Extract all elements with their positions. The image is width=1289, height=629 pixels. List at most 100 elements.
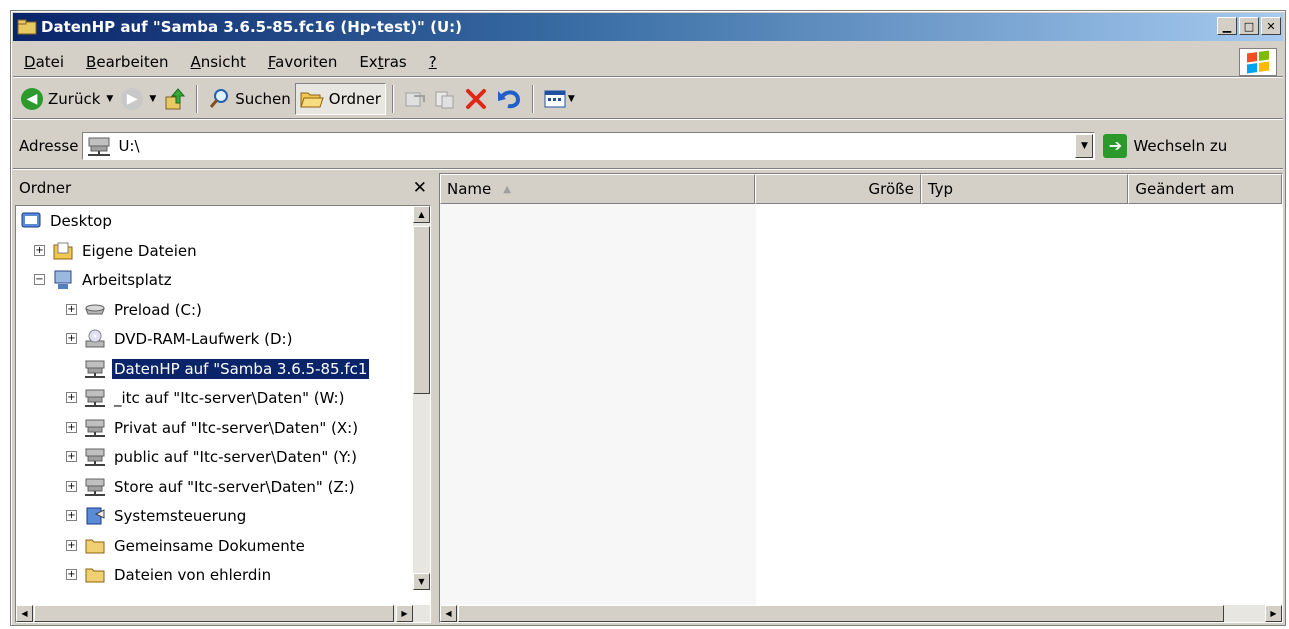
address-value: U:\ <box>118 136 140 155</box>
column-header-type[interactable]: Typ <box>920 174 1129 204</box>
column-label: Name <box>447 180 492 198</box>
scroll-left-icon[interactable]: ◀ <box>16 605 33 622</box>
forward-icon: ▶ <box>121 87 144 110</box>
undo-button[interactable] <box>492 83 526 115</box>
tree-item[interactable]: + Dateien von ehlerdin <box>66 561 273 589</box>
views-button[interactable]: ▼ <box>540 83 579 115</box>
menu-label: Bearbeiten <box>86 52 169 71</box>
file-list-body[interactable] <box>440 204 1282 605</box>
tree-item[interactable]: + Systemsteuerung <box>66 502 248 530</box>
move-to-button[interactable] <box>400 83 430 115</box>
scrollbar-thumb[interactable] <box>413 226 430 394</box>
maximize-icon[interactable]: □ <box>1239 17 1259 35</box>
expand-icon[interactable]: + <box>66 303 77 315</box>
back-button[interactable]: ◀ Zurück ▼ <box>17 83 117 115</box>
go-label: Wechseln zu <box>1133 136 1228 155</box>
expand-icon[interactable]: + <box>66 421 77 433</box>
tree-item-label: Store auf "Itc-server\Daten" (Z:) <box>114 477 355 496</box>
tree-item[interactable]: Desktop <box>20 207 114 235</box>
scroll-right-icon[interactable]: ▶ <box>396 605 413 622</box>
desktop-icon <box>20 211 42 231</box>
scroll-left-icon[interactable]: ◀ <box>440 605 457 622</box>
copy-to-button[interactable] <box>430 83 460 115</box>
column-header-name[interactable]: Name ▲ <box>440 174 756 204</box>
scrollbar-thumb[interactable] <box>34 605 394 622</box>
menu-extras[interactable]: Extras <box>348 53 417 71</box>
scroll-up-icon[interactable]: ▲ <box>413 206 430 223</box>
folder-icon <box>84 536 106 556</box>
menu-label: Extras <box>359 52 407 71</box>
window-icon <box>17 18 37 36</box>
folder-icon <box>84 565 106 585</box>
chevron-down-icon[interactable]: ▼ <box>106 94 113 104</box>
chevron-down-icon[interactable]: ▼ <box>568 94 575 104</box>
expand-icon[interactable]: + <box>66 451 77 462</box>
address-label: Adresse <box>19 136 79 155</box>
expand-icon[interactable]: + <box>66 539 77 551</box>
menu-label: Ansicht <box>190 52 246 71</box>
tree-item-label: Gemeinsame Dokumente <box>114 536 305 555</box>
tree-item[interactable]: + Store auf "Itc-server\Daten" (Z:) <box>66 473 357 501</box>
search-label: Suchen <box>235 89 291 108</box>
menu-ansicht[interactable]: Ansicht <box>179 53 256 71</box>
close-icon[interactable]: ✕ <box>1261 17 1281 35</box>
expand-icon[interactable]: + <box>66 510 77 521</box>
go-button[interactable]: ➔ Wechseln zu <box>1103 133 1228 158</box>
tree-item[interactable]: DatenHP auf "Samba 3.6.5-85.fc1 <box>84 355 370 383</box>
tree-item[interactable]: + _itc auf "Itc-server\Daten" (W:) <box>66 384 346 412</box>
up-icon <box>165 87 186 109</box>
horizontal-scrollbar[interactable]: ◀ ▶ <box>16 605 430 622</box>
menu-favoriten[interactable]: Favoriten <box>257 53 348 71</box>
network-drive-icon <box>88 137 111 156</box>
search-button[interactable]: Suchen <box>204 83 295 115</box>
tree-item[interactable]: − Arbeitsplatz <box>34 266 174 294</box>
forward-button[interactable]: ▶ ▼ <box>117 83 160 115</box>
scroll-down-icon[interactable]: ▼ <box>413 573 430 590</box>
window-title: DatenHP auf "Samba 3.6.5-85.fc16 (Hp-tes… <box>41 18 462 36</box>
expand-icon[interactable]: + <box>66 392 77 403</box>
folder-tree[interactable]: ▲ ▼ ◀ ▶ Desktop + Eigene Dateien − Arbeitspl… <box>15 205 431 623</box>
undo-icon <box>497 90 520 108</box>
folder-pane-title: Ordner <box>19 179 72 197</box>
menu-datei[interactable]: Datei <box>13 53 75 71</box>
toolbar-separator <box>391 84 394 113</box>
chevron-down-icon[interactable]: ▼ <box>149 94 156 104</box>
tree-item[interactable]: + Eigene Dateien <box>34 237 199 265</box>
network-drive-icon <box>84 447 106 467</box>
menu-bearbeiten[interactable]: Bearbeiten <box>75 53 179 71</box>
tree-item[interactable]: + public auf "Itc-server\Daten" (Y:) <box>66 443 359 471</box>
menu-help[interactable]: ? <box>418 53 448 71</box>
close-icon[interactable]: ✕ <box>413 178 427 198</box>
delete-button[interactable] <box>460 83 492 115</box>
file-list[interactable]: Name ▲ Größe Typ Geändert am ◀ ▶ <box>439 173 1283 623</box>
tree-item[interactable]: + DVD-RAM-Laufwerk (D:) <box>66 325 294 353</box>
tree-item-label: DatenHP auf "Samba 3.6.5-85.fc1 <box>112 358 370 379</box>
minimize-icon[interactable]: ▁ <box>1217 17 1237 35</box>
vertical-scrollbar[interactable]: ▲ ▼ <box>413 206 430 590</box>
address-input[interactable]: U:\ ▼ <box>82 131 1096 160</box>
tree-item[interactable]: + Gemeinsame Dokumente <box>66 532 307 560</box>
tree-item[interactable]: + Privat auf "Itc-server\Daten" (X:) <box>66 414 360 442</box>
views-icon <box>544 90 566 107</box>
expand-icon[interactable]: + <box>66 333 77 344</box>
expand-icon[interactable]: + <box>66 480 77 492</box>
menu-label: Favoriten <box>267 52 338 71</box>
title-bar[interactable]: DatenHP auf "Samba 3.6.5-85.fc16 (Hp-tes… <box>13 13 1283 41</box>
horizontal-scrollbar[interactable]: ◀ ▶ <box>440 605 1282 622</box>
expand-icon[interactable]: + <box>66 569 77 580</box>
tree-item[interactable]: + Preload (C:) <box>66 296 204 324</box>
scrollbar-thumb[interactable] <box>458 605 1224 622</box>
address-bar: Adresse U:\ ▼ ➔ Wechseln zu <box>13 123 1283 169</box>
column-header-modified[interactable]: Geändert am <box>1128 174 1282 204</box>
tree-item-label: DVD-RAM-Laufwerk (D:) <box>114 330 293 348</box>
folders-button[interactable]: Ordner <box>294 82 386 115</box>
up-button[interactable] <box>160 83 190 115</box>
column-header-size[interactable]: Größe <box>755 174 921 204</box>
expand-icon[interactable]: + <box>34 244 45 256</box>
chevron-down-icon[interactable]: ▼ <box>1075 133 1094 158</box>
toolbar-separator <box>531 84 534 113</box>
collapse-icon[interactable]: − <box>34 274 45 285</box>
folders-label: Ordner <box>328 89 381 108</box>
tree-item-label: Systemsteuerung <box>114 507 247 525</box>
scroll-right-icon[interactable]: ▶ <box>1265 605 1282 622</box>
